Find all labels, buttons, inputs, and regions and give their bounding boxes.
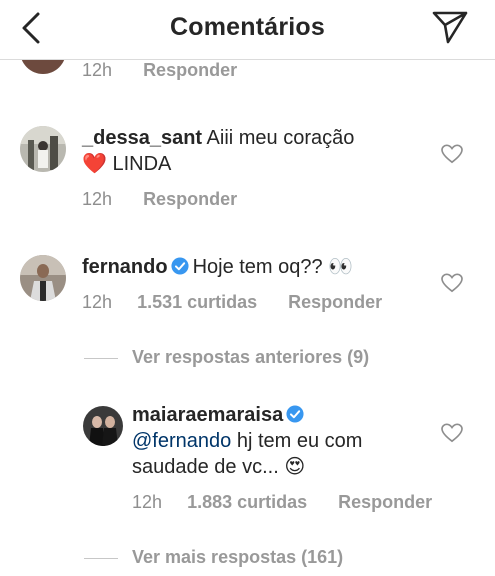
reply-time: 12h (132, 492, 163, 512)
comment-body: _dessa_sant Aiii meu coração ❤️ LINDA (82, 125, 422, 177)
comment-time: 12h (82, 189, 113, 209)
reply-username[interactable]: maiaraemaraisa (132, 404, 283, 426)
reply-text: hj tem eu com (231, 430, 363, 452)
heart-eyes-emoji: 😍 (284, 456, 306, 478)
like-heart-icon[interactable] (441, 273, 463, 293)
verified-badge-icon (286, 405, 304, 423)
comment-meta: 12h Responder (82, 60, 237, 81)
heart-emoji: ❤️ (82, 153, 107, 175)
comment-username[interactable]: _dessa_sant (82, 127, 202, 149)
avatar[interactable] (20, 255, 66, 301)
reply-button[interactable]: Responder (288, 292, 382, 313)
reply-button[interactable]: Responder (338, 492, 432, 513)
reply-text-line2: saudade de vc... (132, 456, 279, 478)
comment-time: 12h (82, 60, 113, 80)
top-bar: Comentários (0, 0, 495, 60)
comment-username[interactable]: fernando (82, 256, 168, 278)
verified-badge-icon (171, 257, 189, 275)
comment-text-line2: LINDA (112, 153, 172, 175)
comment-body: fernando Hoje tem oq?? 👀 (82, 254, 422, 280)
thread-divider (84, 558, 118, 559)
likes-count[interactable]: 1.883 curtidas (187, 492, 307, 513)
reply-button[interactable]: Responder (143, 189, 237, 210)
direct-send-icon[interactable] (430, 8, 470, 46)
page-title: Comentários (169, 13, 325, 41)
comment-text: Aiii meu coração (206, 127, 355, 149)
reply-body: maiaraemaraisa @fernando hj tem eu com s… (132, 402, 432, 480)
eyes-emoji: 👀 (328, 256, 354, 278)
view-previous-replies-button[interactable]: Ver respostas anteriores (9) (132, 347, 369, 368)
comment-meta: 12h 1.531 curtidas Responder (82, 292, 382, 313)
avatar[interactable] (83, 406, 123, 446)
comment-time: 12h (82, 292, 113, 312)
mention-link[interactable]: @fernando (132, 430, 231, 452)
avatar[interactable] (20, 126, 66, 172)
comment-text: Hoje tem oq?? (192, 256, 323, 278)
like-heart-icon[interactable] (441, 423, 463, 443)
reply-meta: 12h 1.883 curtidas Responder (132, 492, 432, 513)
view-more-replies-button[interactable]: Ver mais respostas (161) (132, 547, 343, 568)
reply-button[interactable]: Responder (143, 60, 237, 81)
likes-count[interactable]: 1.531 curtidas (137, 292, 257, 313)
comment-meta: 12h Responder (82, 189, 237, 210)
like-heart-icon[interactable] (441, 144, 463, 164)
thread-divider (84, 358, 118, 359)
